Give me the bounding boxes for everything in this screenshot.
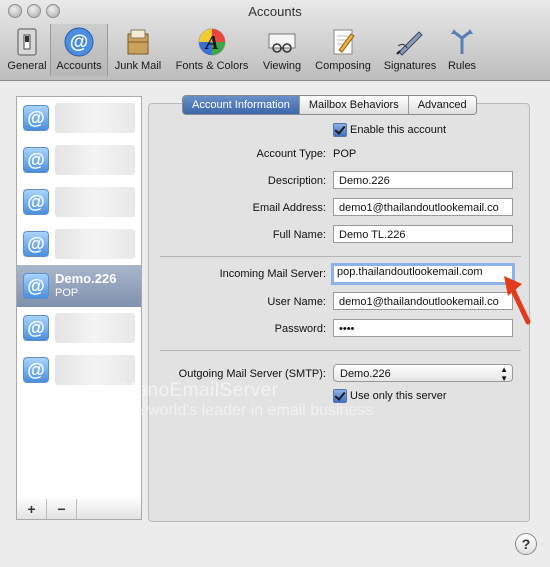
toolbar-viewing-label: Viewing [262,60,302,72]
account-name-redacted [55,187,135,217]
title-bar: Accounts General @ Accounts Junk Mail A … [0,0,550,81]
toolbar-general[interactable]: General [4,24,50,76]
tab-account-information[interactable]: Account Information [183,96,300,114]
at-sign-icon: @ [64,27,94,57]
settings-tabs: Account Information Mailbox Behaviors Ad… [182,95,477,115]
description-label: Description: [267,175,326,187]
tab-advanced[interactable]: Advanced [409,96,476,114]
enable-account-checkbox[interactable] [333,123,347,137]
account-list[interactable]: @ @ @ @ @ Demo.226 POP @ @ [16,96,142,500]
account-name-redacted [55,145,135,175]
watermark-title: MonoEmailServer [120,380,279,401]
section-divider [160,256,521,257]
account-name-redacted [55,313,135,343]
junk-bin-icon [123,27,153,57]
pencil-paper-icon [328,27,358,57]
toolbar-accounts-label: Accounts [56,60,102,72]
account-list-item[interactable]: @ [17,97,141,139]
toolbar-general-label: General [7,60,47,72]
toolbar-composing[interactable]: Composing [308,24,378,76]
account-at-icon: @ [23,273,49,299]
user-name-field[interactable]: demo1@thailandoutlookemail.co [333,292,513,310]
toolbar-fonts-colors-label: Fonts & Colors [175,60,249,72]
smtp-server-value: Demo.226 [340,368,391,380]
account-list-item[interactable]: @ [17,181,141,223]
account-settings-panel [148,103,530,522]
full-name-field[interactable]: Demo TL.226 [333,225,513,243]
incoming-server-field[interactable]: pop.thailandoutlookemail.com [331,263,515,285]
enable-account-label: Enable this account [350,124,447,136]
red-arrow-annotation-icon [504,276,531,325]
use-only-server-checkbox[interactable] [333,389,347,403]
user-name-label: User Name: [267,296,326,308]
section-divider [160,350,521,351]
preferences-toolbar: General @ Accounts Junk Mail A Fonts & C… [4,24,482,76]
account-at-icon: @ [23,147,49,173]
remove-account-button[interactable]: − [47,499,77,519]
email-address-label: Email Address: [252,202,326,214]
watermark-tagline: The world's leader in email business [116,402,374,419]
help-button[interactable]: ? [515,533,537,555]
account-list-item[interactable]: @ [17,223,141,265]
accounts-window: Accounts General @ Accounts Junk Mail A … [0,0,550,567]
full-name-label: Full Name: [272,229,326,241]
account-type: POP [55,287,79,299]
window-title: Accounts [248,4,302,19]
svg-text:A: A [203,32,218,54]
fountain-pen-icon [395,27,425,57]
account-at-icon: @ [23,315,49,341]
updown-arrows-icon: ▲ ▼ [500,365,508,383]
smtp-label: Outgoing Mail Server (SMTP): [178,368,326,380]
account-at-icon: @ [23,105,49,131]
rules-arrows-icon [447,27,477,57]
account-at-icon: @ [23,189,49,215]
toolbar-junk-mail[interactable]: Junk Mail [108,24,168,76]
toolbar-rules-label: Rules [447,60,477,72]
toolbar-fonts-colors[interactable]: A Fonts & Colors [168,24,256,76]
incoming-server-label: Incoming Mail Server: [219,268,326,280]
account-list-item[interactable]: @ [17,139,141,181]
password-field[interactable]: •••• [333,319,513,337]
tab-mailbox-behaviors[interactable]: Mailbox Behaviors [300,96,409,114]
use-only-server-label: Use only this server [350,390,447,402]
email-address-field[interactable]: demo1@thailandoutlookemail.co [333,198,513,216]
toolbar-viewing[interactable]: Viewing [256,24,308,76]
switch-icon [12,27,42,57]
toolbar-rules[interactable]: Rules [442,24,482,76]
font-color-icon: A [197,27,227,57]
account-at-icon: @ [23,231,49,257]
description-field[interactable]: Demo.226 [333,171,513,189]
account-name-redacted [55,229,135,259]
glasses-icon [267,27,297,57]
account-name: Demo.226 [55,271,117,286]
account-at-icon: @ [23,357,49,383]
account-type-value: POP [333,148,357,160]
toolbar-composing-label: Composing [315,60,371,72]
account-list-footer: + − [16,499,142,520]
add-account-button[interactable]: + [17,499,47,519]
toolbar-junk-mail-label: Junk Mail [114,60,162,72]
password-label: Password: [274,323,326,335]
account-list-item-selected[interactable]: @ Demo.226 POP [17,265,141,307]
toolbar-signatures-label: Signatures [383,60,437,72]
account-list-item[interactable]: @ [17,307,141,349]
account-type-label: Account Type: [256,148,326,160]
account-name-redacted [55,103,135,133]
smtp-server-select[interactable]: Demo.226 ▲ ▼ [333,364,513,383]
toolbar-signatures[interactable]: Signatures [378,24,442,76]
toolbar-accounts[interactable]: @ Accounts [50,24,108,76]
svg-text:@: @ [70,32,89,53]
